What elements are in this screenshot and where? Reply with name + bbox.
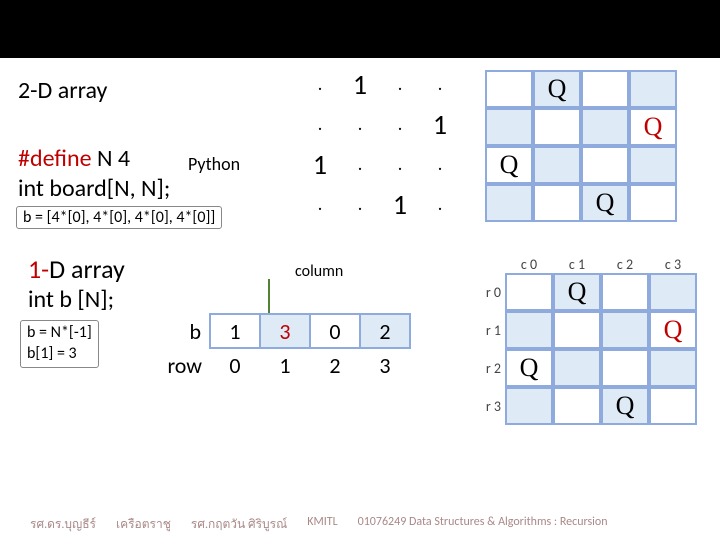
q1-cell [485, 108, 533, 146]
heading-2d-array: 2-D array [18, 76, 107, 105]
q2-cell [601, 273, 649, 311]
q2-cell [553, 349, 601, 387]
q2-cell [553, 311, 601, 349]
python-label: Python [188, 153, 240, 175]
row-val: 1 [260, 348, 310, 382]
q2-cell [505, 273, 553, 311]
row-label: r 2 [475, 360, 505, 377]
q1-cell: Q [485, 146, 533, 184]
b-val: 1 [210, 314, 260, 348]
q2-cell [601, 311, 649, 349]
footer-author1: รศ.ดร.บุญธีร์ [30, 515, 96, 534]
heading-1d-prefix: 1- [28, 253, 49, 285]
col-label: c 3 [649, 256, 697, 273]
q1-cell [533, 146, 581, 184]
q2-cell [553, 387, 601, 425]
col-label: c 1 [553, 256, 601, 273]
dot-matrix: .1.. ...1 1... ..1. [300, 64, 460, 224]
q1-cell [629, 70, 677, 108]
q1-cell [485, 184, 533, 222]
row-val: 2 [310, 348, 360, 382]
q2-cell: Q [553, 273, 601, 311]
q1-cell [629, 184, 677, 222]
row-label: r 1 [475, 322, 505, 339]
heading-1d-rest: D array [49, 253, 125, 285]
col-label: c 0 [505, 256, 553, 273]
row-val: 0 [210, 348, 260, 382]
b-1d-code: b = N*[-1] b[1] = 3 [20, 320, 99, 368]
col-labels: c 0 c 1 c 2 c 3 [475, 256, 697, 273]
q1-cell [485, 70, 533, 108]
define-block: #define N 4 int board[N, N]; [18, 144, 170, 204]
footer: รศ.ดร.บุญธีร์ เครือตราชู รศ.กฤตวัน ศิริบ… [0, 515, 720, 534]
q-board-top: Q Q Q Q [485, 70, 677, 222]
q2-cell: Q [601, 387, 649, 425]
top-black-bar [0, 0, 720, 58]
b-val-highlight: 3 [260, 314, 310, 348]
slide-content: 2-D array #define N 4 int board[N, N]; P… [0, 58, 720, 540]
column-label: column [295, 262, 343, 281]
row-label: row [155, 348, 210, 382]
footer-author2: รศ.กฤตวัน ศิริบูรณ์ [191, 515, 287, 534]
define-rest: N 4 [92, 144, 131, 173]
q1-cell-highlight: Q [629, 108, 677, 146]
b-label: b [155, 314, 210, 348]
row-label: r 0 [475, 284, 505, 301]
int-b-decl: int b [N]; [28, 285, 114, 314]
heading-1d-array: 1-D array [28, 253, 125, 285]
q1-cell [533, 108, 581, 146]
bcode-line2: b[1] = 3 [27, 344, 92, 365]
q1-cell [629, 146, 677, 184]
q2-cell: Q [505, 349, 553, 387]
b-row-table: b 1 3 0 2 row 0 1 2 3 [155, 313, 411, 382]
q2-cell [649, 387, 697, 425]
q1-cell: Q [581, 184, 629, 222]
q1-cell [581, 70, 629, 108]
q2-cell [649, 349, 697, 387]
row-val: 3 [360, 348, 410, 382]
q2-cell [505, 311, 553, 349]
q2-cell-highlight: Q [649, 311, 697, 349]
define-line2: int board[N, N]; [18, 174, 170, 204]
bcode-line1: b = N*[-1] [27, 323, 92, 344]
b-val: 0 [310, 314, 360, 348]
q1-cell [581, 146, 629, 184]
footer-author1b: เครือตราชู [116, 515, 171, 534]
q2-cell [505, 387, 553, 425]
footer-inst: KMITL [307, 515, 337, 534]
col-label: c 2 [601, 256, 649, 273]
q2-cell [649, 273, 697, 311]
q-board-bottom: c 0 c 1 c 2 c 3 r 0 Q r 1 Q r 2 [475, 256, 697, 425]
q1-cell [533, 184, 581, 222]
row-label: r 3 [475, 398, 505, 415]
q2-cell [601, 349, 649, 387]
b-2d-code: b = [4*[0], 4*[0], 4*[0], 4*[0]] [16, 206, 222, 229]
footer-course: 01076249 Data Structures & Algorithms : … [358, 515, 608, 534]
b-val: 2 [360, 314, 410, 348]
q1-cell [581, 108, 629, 146]
define-keyword: #define [18, 144, 92, 173]
q1-cell: Q [533, 70, 581, 108]
